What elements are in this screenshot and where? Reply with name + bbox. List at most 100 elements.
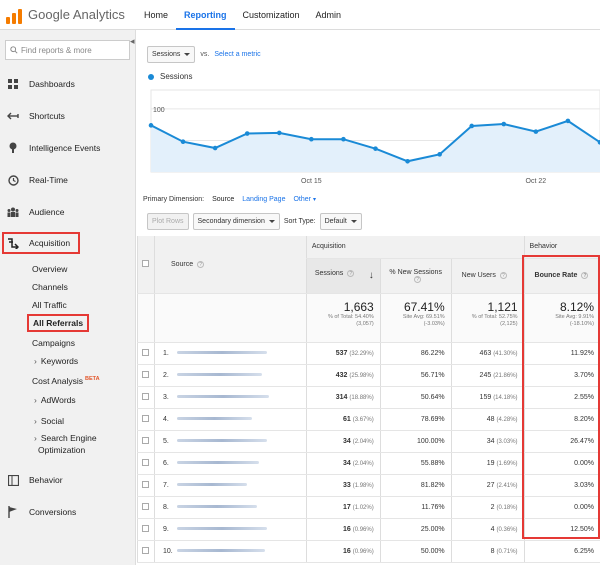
sort-type-dropdown[interactable]: Default bbox=[319, 213, 362, 230]
row-checkbox[interactable] bbox=[142, 436, 150, 444]
sidebar-sub-all-traffic[interactable]: All Traffic bbox=[0, 296, 135, 314]
dimension-source[interactable]: Source bbox=[212, 196, 234, 203]
source-cell[interactable]: 7. bbox=[153, 474, 307, 497]
sidebar-sub-cost-analysis[interactable]: Cost Analysis BETA bbox=[0, 370, 135, 388]
row-users-pct: (14.18%) bbox=[493, 394, 518, 401]
totals-row: 1,663% of Total: 54.40% (3,057) 67.41% Sit… bbox=[137, 293, 600, 343]
row-checkbox[interactable] bbox=[142, 370, 150, 378]
source-cell[interactable]: 10. bbox=[153, 540, 307, 563]
sidebar-item-audience[interactable]: Audience bbox=[0, 196, 135, 228]
blurred-source bbox=[176, 549, 265, 553]
source-cell[interactable]: 4. bbox=[153, 408, 307, 431]
nav-customization[interactable]: Customization bbox=[235, 0, 308, 30]
new-sessions-cell: 78.69% bbox=[379, 408, 452, 431]
sidebar-sub-channels[interactable]: Channels bbox=[0, 278, 135, 296]
nav-admin[interactable]: Admin bbox=[308, 0, 350, 30]
new-sessions-header[interactable]: % New Sessions? bbox=[379, 258, 452, 294]
source-header[interactable]: Source? bbox=[153, 236, 307, 294]
blurred-source bbox=[176, 483, 247, 487]
sessions-cell: 314 (18.88%) bbox=[305, 386, 381, 409]
chart-point bbox=[533, 129, 539, 134]
sidebar-item-behavior[interactable]: Behavior bbox=[0, 464, 135, 496]
source-cell[interactable]: 2. bbox=[153, 364, 307, 387]
row-users-pct: (21.86%) bbox=[493, 372, 518, 379]
secondary-dimension-label: Secondary dimension bbox=[197, 218, 265, 225]
source-cell[interactable]: 9. bbox=[153, 518, 307, 541]
bounce-cell: 8.20% bbox=[523, 408, 600, 431]
search-input[interactable]: Find reports & more bbox=[5, 40, 130, 60]
plot-rows-button[interactable]: Plot Rows bbox=[147, 213, 189, 230]
new-users-cell: 4 (0.36%) bbox=[450, 518, 525, 541]
chart-x-tick: Oct 22 bbox=[526, 178, 547, 185]
new-users-header[interactable]: New Users? bbox=[450, 258, 525, 294]
behavior-icon bbox=[6, 473, 20, 487]
sessions-chart[interactable]: 10050Oct 15Oct 22 bbox=[137, 85, 600, 195]
sessions-header[interactable]: Sessions? ↓ bbox=[305, 258, 381, 294]
sidebar-item-label: Acquisition bbox=[29, 238, 71, 248]
sidebar-item-conversions[interactable]: Conversions bbox=[0, 496, 135, 528]
sidebar-sub-overview[interactable]: Overview bbox=[0, 260, 135, 278]
chart-point bbox=[148, 123, 154, 128]
table-row[interactable]: 1. 537 (32.29%) 86.22% 463 (41.30%) 11.9… bbox=[137, 342, 600, 365]
source-cell[interactable]: 1. bbox=[153, 342, 307, 365]
sidebar-sub-seo[interactable]: Search Engine bbox=[0, 433, 135, 444]
dimension-other[interactable]: Other ▾ bbox=[293, 196, 315, 203]
table-row[interactable]: 3. 314 (18.88%) 50.64% 159 (14.18%) 2.55… bbox=[137, 386, 600, 409]
row-checkbox[interactable] bbox=[142, 524, 150, 532]
table-row[interactable]: 10. 16 (0.96%) 50.00% 8 (0.71%) 6.25% bbox=[137, 540, 600, 563]
nav-reporting[interactable]: Reporting bbox=[176, 0, 235, 30]
bounce-cell: 6.25% bbox=[523, 540, 600, 563]
sidebar-sub-social[interactable]: Social bbox=[0, 412, 135, 430]
acquisition-highlight[interactable]: Acquisition bbox=[2, 232, 81, 254]
source-cell[interactable]: 3. bbox=[153, 386, 307, 409]
logo[interactable]: Google Analytics bbox=[0, 6, 136, 24]
row-checkbox[interactable] bbox=[142, 546, 150, 554]
select-metric-link[interactable]: Select a metric bbox=[214, 51, 260, 58]
nav-home[interactable]: Home bbox=[136, 0, 176, 30]
table-row[interactable]: 2. 432 (25.98%) 56.71% 245 (21.86%) 3.70… bbox=[137, 364, 600, 387]
total-sessions-sub1: % of Total: 54.40% bbox=[327, 313, 374, 320]
metric-dropdown[interactable]: Sessions bbox=[147, 46, 196, 63]
sidebar-item-intelligence[interactable]: Intelligence Events bbox=[0, 132, 135, 164]
sidebar-item-label: Intelligence Events bbox=[29, 143, 101, 153]
sidebar-sub-keywords[interactable]: Keywords bbox=[0, 352, 135, 370]
row-users: 159 bbox=[479, 393, 492, 401]
table-row[interactable]: 9. 16 (0.96%) 25.00% 4 (0.36%) 12.50% bbox=[137, 518, 600, 541]
row-checkbox[interactable] bbox=[142, 480, 150, 488]
row-checkbox[interactable] bbox=[142, 414, 150, 422]
bounce-cell: 0.00% bbox=[523, 452, 600, 475]
total-new-sessions-sub2: (-3.03%) bbox=[423, 320, 445, 327]
source-cell[interactable]: 5. bbox=[153, 430, 307, 453]
sidebar-item-shortcuts[interactable]: Shortcuts bbox=[0, 100, 135, 132]
row-sessions: 34 bbox=[342, 437, 351, 445]
table-row[interactable]: 4. 61 (3.67%) 78.69% 48 (4.28%) 8.20% bbox=[137, 408, 600, 431]
table-row[interactable]: 5. 34 (2.04%) 100.00% 34 (3.03%) 26.47% bbox=[137, 430, 600, 453]
sidebar-sub-adwords[interactable]: AdWords bbox=[0, 391, 135, 409]
sidebar-item-acquisition[interactable]: Acquisition bbox=[0, 228, 135, 258]
sidebar-sub-all-referrals[interactable]: All Referrals bbox=[0, 314, 135, 332]
blurred-source bbox=[176, 351, 267, 355]
blurred-source bbox=[176, 417, 252, 421]
table-row[interactable]: 8. 17 (1.02%) 11.76% 2 (0.18%) 0.00% bbox=[137, 496, 600, 519]
total-new-sessions-sub1: Site Avg: 69.51% bbox=[402, 313, 445, 320]
source-cell[interactable]: 8. bbox=[153, 496, 307, 519]
dimension-landing-page[interactable]: Landing Page bbox=[242, 196, 285, 203]
primary-dimension-label: Primary Dimension: bbox=[143, 196, 205, 203]
secondary-dimension-dropdown[interactable]: Secondary dimension bbox=[192, 213, 280, 230]
source-cell[interactable]: 6. bbox=[153, 452, 307, 475]
row-sessions-pct: (0.96%) bbox=[352, 548, 374, 555]
sidebar-item-dashboards[interactable]: Dashboards bbox=[0, 68, 135, 100]
collapse-sidebar-icon[interactable]: ◂ bbox=[130, 36, 135, 47]
table-row[interactable]: 7. 33 (1.98%) 81.82% 27 (2.41%) 3.03% bbox=[137, 474, 600, 497]
row-checkbox[interactable] bbox=[142, 392, 150, 400]
row-checkbox[interactable] bbox=[142, 348, 150, 356]
row-checkbox[interactable] bbox=[142, 502, 150, 510]
select-all-checkbox[interactable] bbox=[142, 259, 150, 267]
table-row[interactable]: 6. 34 (2.04%) 55.88% 19 (1.69%) 0.00% bbox=[137, 452, 600, 475]
row-checkbox[interactable] bbox=[142, 458, 150, 466]
sidebar-sub-campaigns[interactable]: Campaigns bbox=[0, 334, 135, 352]
sidebar-item-realtime[interactable]: Real-Time bbox=[0, 164, 135, 196]
bounce-rate-header[interactable]: Bounce Rate? bbox=[523, 258, 600, 294]
cost-analysis-label: Cost Analysis bbox=[32, 375, 84, 386]
primary-dimension-bar: Primary Dimension: Source Landing Page O… bbox=[143, 196, 316, 203]
